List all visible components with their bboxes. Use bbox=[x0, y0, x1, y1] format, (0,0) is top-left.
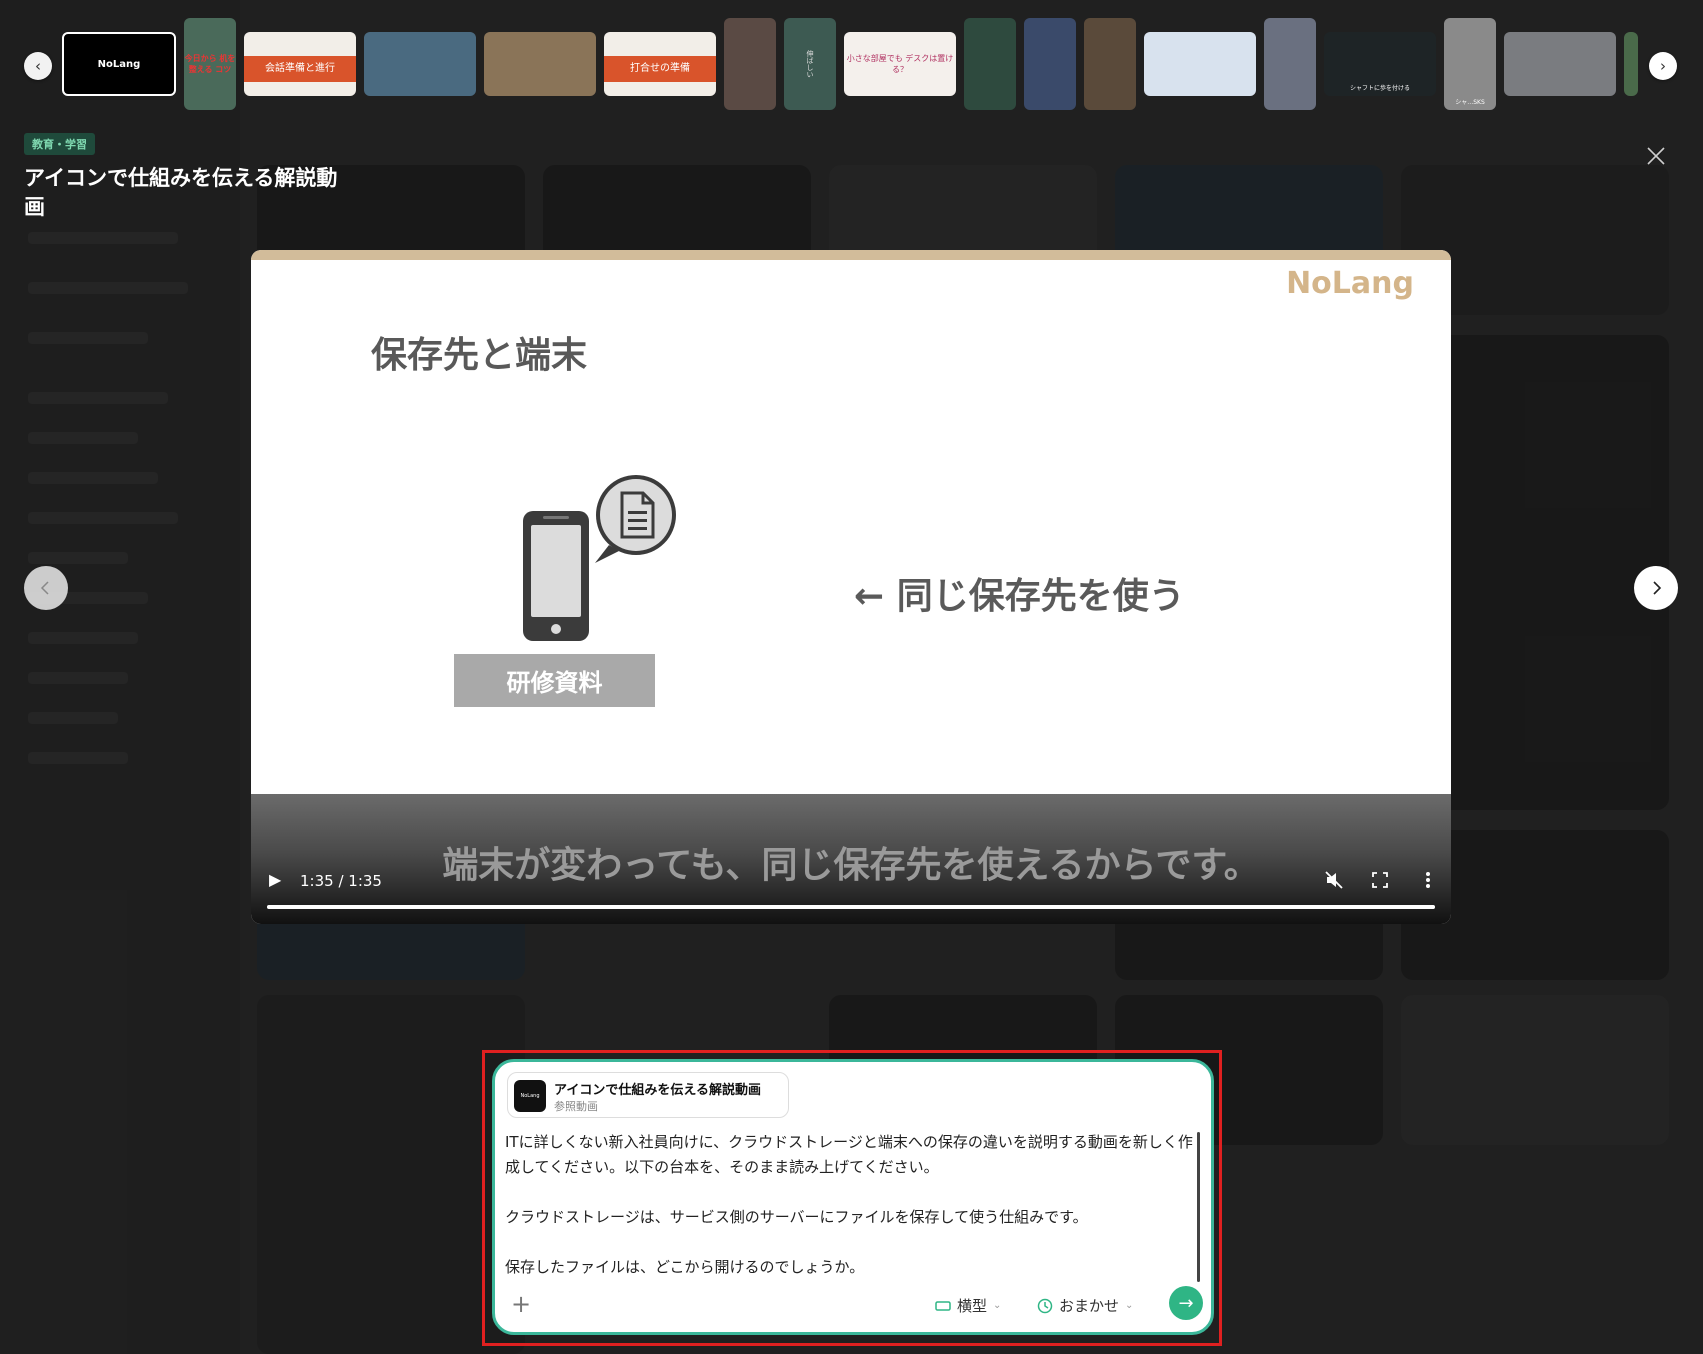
page-title: アイコンで仕組みを伝える解説動画 bbox=[24, 166, 338, 219]
chevron-right-icon: › bbox=[1660, 57, 1666, 75]
thumbnail-item[interactable]: シャ…SKS bbox=[1444, 18, 1496, 110]
thumbnail-item[interactable] bbox=[724, 18, 776, 110]
duration-label: おまかせ bbox=[1059, 1297, 1120, 1315]
prompt-scrollbar[interactable] bbox=[1197, 1132, 1200, 1282]
player-controls: 端末が変わっても、同じ保存先を使えるからです。 ▶ 1:35 / 1:35 bbox=[251, 794, 1451, 924]
slide-top-bar bbox=[251, 250, 1451, 260]
category-badge: 教育・学習 bbox=[24, 133, 95, 155]
plus-icon: + bbox=[511, 1290, 532, 1318]
chevron-down-icon: ⌄ bbox=[993, 1300, 1002, 1311]
clock-icon bbox=[1037, 1298, 1053, 1313]
thumbnail-item[interactable]: 会話準備と進行 bbox=[244, 32, 356, 96]
next-video-button[interactable] bbox=[1634, 566, 1678, 610]
strip-next-button[interactable]: › bbox=[1649, 52, 1677, 80]
reference-thumbnail: NoLang bbox=[514, 1080, 546, 1112]
arrow-right-icon: → bbox=[1178, 1292, 1194, 1314]
phone-document-icon bbox=[523, 475, 676, 641]
progress-fill bbox=[267, 905, 1435, 909]
fullscreen-button[interactable] bbox=[1368, 868, 1392, 892]
thumbnail-item[interactable]: 小さな部屋でも デスクは置ける？ bbox=[844, 32, 956, 96]
slide-arrow-text: ← 同じ保存先を使う bbox=[854, 576, 1185, 617]
reference-title: アイコンで仕組みを伝える解説動画 bbox=[554, 1083, 761, 1098]
chevron-down-icon: ⌄ bbox=[1125, 1300, 1134, 1311]
prompt-paragraph: 保存したファイルは、どこから開けるのでしょうか。 bbox=[505, 1258, 865, 1276]
slide-heading: 保存先と端末 bbox=[371, 335, 588, 376]
thumbnail-item[interactable] bbox=[364, 32, 476, 96]
thumbnail-item[interactable] bbox=[1504, 32, 1616, 96]
chevron-left-icon: ‹ bbox=[35, 57, 41, 75]
more-vertical-icon bbox=[1426, 872, 1430, 888]
reference-video-chip[interactable]: NoLang アイコンで仕組みを伝える解説動画 参照動画 bbox=[507, 1072, 789, 1118]
orientation-label: 横型 bbox=[957, 1297, 988, 1315]
strip-prev-button[interactable]: ‹ bbox=[24, 52, 52, 80]
orientation-select[interactable]: 横型 ⌄ bbox=[935, 1295, 1001, 1316]
thumbnail-item[interactable] bbox=[484, 32, 596, 96]
thumbnail-item[interactable] bbox=[964, 18, 1016, 110]
thumbnail-item[interactable] bbox=[1084, 18, 1136, 110]
brand-logo: NoLang bbox=[1286, 266, 1414, 301]
thumbnail-item[interactable] bbox=[1144, 32, 1256, 96]
close-button[interactable] bbox=[1640, 140, 1672, 172]
landscape-icon bbox=[935, 1300, 951, 1311]
reference-subtitle: 参照動画 bbox=[554, 1100, 598, 1113]
thumbnail-item[interactable] bbox=[1264, 18, 1316, 110]
subtitle-text: 端末が変わっても、同じ保存先を使えるからです。 bbox=[442, 845, 1260, 886]
mute-button[interactable] bbox=[1322, 868, 1346, 892]
prompt-textarea[interactable]: ITに詳しくない新入社員向けに、クラウドストレージと端末への保存の違いを説明する… bbox=[505, 1130, 1200, 1280]
thumbnail-item[interactable] bbox=[1624, 32, 1638, 96]
send-button[interactable]: → bbox=[1169, 1286, 1203, 1320]
time-display: 1:35 / 1:35 bbox=[300, 872, 382, 890]
thumbnail-item[interactable]: NoLang bbox=[62, 32, 176, 96]
thumbnail-item[interactable]: シャフトに歩を付ける bbox=[1324, 32, 1436, 96]
more-options-button[interactable] bbox=[1416, 868, 1440, 892]
prompt-card: NoLang アイコンで仕組みを伝える解説動画 参照動画 ITに詳しくない新入社… bbox=[492, 1059, 1214, 1335]
chevron-left-icon bbox=[40, 581, 49, 595]
fullscreen-icon bbox=[1372, 872, 1388, 888]
chevron-right-icon bbox=[1653, 581, 1662, 595]
thumbnail-item[interactable]: 打合せの準備 bbox=[604, 32, 716, 96]
prompt-paragraph: ITに詳しくない新入社員向けに、クラウドストレージと端末への保存の違いを説明する… bbox=[505, 1133, 1193, 1176]
close-icon bbox=[1647, 147, 1665, 165]
progress-bar[interactable] bbox=[267, 905, 1435, 909]
play-icon: ▶ bbox=[269, 870, 282, 889]
add-attachment-button[interactable]: + bbox=[511, 1292, 531, 1316]
thumbnail-item[interactable]: 今日から 机を 整える コツ bbox=[184, 18, 236, 110]
duration-select[interactable]: おまかせ ⌄ bbox=[1037, 1295, 1133, 1316]
slide-caption-box: 研修資料 bbox=[454, 654, 655, 707]
prompt-paragraph: クラウドストレージは、サービス側のサーバーにファイルを保存して使う仕組みです。 bbox=[505, 1208, 1088, 1226]
previous-video-button[interactable] bbox=[24, 566, 68, 610]
thumbnail-item[interactable] bbox=[1024, 18, 1076, 110]
thumbnail-item[interactable]: 伸ばしい bbox=[784, 18, 836, 110]
play-button[interactable]: ▶ bbox=[269, 870, 281, 889]
thumbnail-strip: ‹ NoLang 今日から 机を 整える コツ 会話準備と進行 打合せの準備 伸… bbox=[0, 0, 1703, 120]
video-player[interactable]: NoLang 保存先と端末 研修資料 ← 同じ保存先を使う 端末が変わっても、同… bbox=[251, 250, 1451, 924]
muted-speaker-icon bbox=[1325, 871, 1343, 889]
